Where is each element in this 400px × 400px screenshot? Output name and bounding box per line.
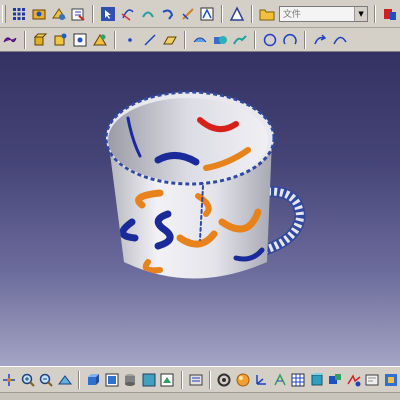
render-icon[interactable] — [235, 371, 252, 389]
zoom-in-icon[interactable] — [20, 371, 37, 389]
arc-icon[interactable] — [281, 31, 299, 49]
open-file-icon[interactable] — [69, 5, 87, 23]
front-view-icon[interactable] — [104, 371, 121, 389]
chevron-down-icon[interactable]: ▼ — [354, 6, 368, 21]
mug-rim — [104, 90, 276, 186]
toolbar-grip[interactable] — [2, 4, 6, 23]
zoom-fit-icon[interactable] — [198, 5, 216, 23]
layer-select-value: 文件 — [282, 10, 301, 20]
measure-icon[interactable] — [179, 5, 197, 23]
rotate-icon[interactable] — [51, 31, 69, 49]
pan-icon[interactable] — [1, 371, 18, 389]
join-icon[interactable] — [231, 31, 249, 49]
extrude-icon[interactable] — [31, 31, 49, 49]
dot-icon[interactable] — [121, 31, 139, 49]
line-icon[interactable] — [141, 31, 159, 49]
table-icon[interactable] — [290, 371, 307, 389]
lights-icon[interactable] — [346, 371, 363, 389]
fly-icon[interactable] — [216, 371, 233, 389]
separator — [209, 370, 211, 389]
undo-arc-icon[interactable] — [139, 5, 157, 23]
zoom-out-icon[interactable] — [38, 371, 55, 389]
boolean-icon[interactable] — [211, 31, 229, 49]
delta-icon[interactable] — [228, 5, 246, 23]
axis-icon[interactable] — [253, 371, 270, 389]
separator — [184, 30, 186, 49]
sketch-icon[interactable] — [50, 5, 68, 23]
swap-icon[interactable] — [188, 371, 205, 389]
separator — [180, 370, 183, 389]
separator — [374, 4, 377, 23]
separator — [24, 30, 26, 49]
shading-icon[interactable] — [141, 371, 158, 389]
second-toolbar — [0, 28, 400, 52]
folder-icon[interactable] — [258, 5, 276, 23]
separator — [251, 4, 254, 23]
top-toolbar: 文件 ▼ — [0, 0, 400, 28]
separator — [304, 30, 306, 49]
grid-icon[interactable] — [10, 5, 28, 23]
draft-icon[interactable] — [91, 31, 109, 49]
connect-icon[interactable] — [119, 5, 137, 23]
separator — [114, 30, 116, 49]
snap-icon[interactable] — [30, 5, 48, 23]
project-icon[interactable] — [191, 31, 209, 49]
layer-select[interactable]: 文件 ▼ — [278, 5, 369, 22]
iso-view-icon[interactable] — [85, 371, 102, 389]
cursor-icon[interactable] — [99, 5, 117, 23]
tools-icon[interactable] — [383, 371, 400, 389]
curve-icon[interactable] — [331, 31, 349, 49]
separator — [254, 30, 256, 49]
separator — [78, 370, 80, 389]
point-icon[interactable] — [71, 31, 89, 49]
material-icon[interactable] — [1, 31, 19, 49]
normal-view-icon[interactable] — [57, 371, 74, 389]
camera-icon[interactable] — [364, 371, 381, 389]
hide-show-icon[interactable] — [159, 371, 176, 389]
status-bar — [0, 392, 400, 400]
measure-icon[interactable] — [309, 371, 326, 389]
mug-model — [104, 90, 306, 279]
redo-arc-icon[interactable] — [159, 5, 177, 23]
3d-viewport[interactable] — [0, 52, 400, 366]
separator — [221, 4, 224, 23]
redo-icon[interactable] — [311, 31, 329, 49]
separator — [92, 4, 95, 23]
circle-icon[interactable] — [261, 31, 279, 49]
bottom-toolbar — [0, 366, 400, 392]
multi-view-icon[interactable] — [122, 371, 139, 389]
analysis-icon[interactable] — [327, 371, 344, 389]
properties-icon[interactable] — [381, 5, 399, 23]
compass-icon[interactable] — [272, 371, 289, 389]
plane-icon[interactable] — [161, 31, 179, 49]
